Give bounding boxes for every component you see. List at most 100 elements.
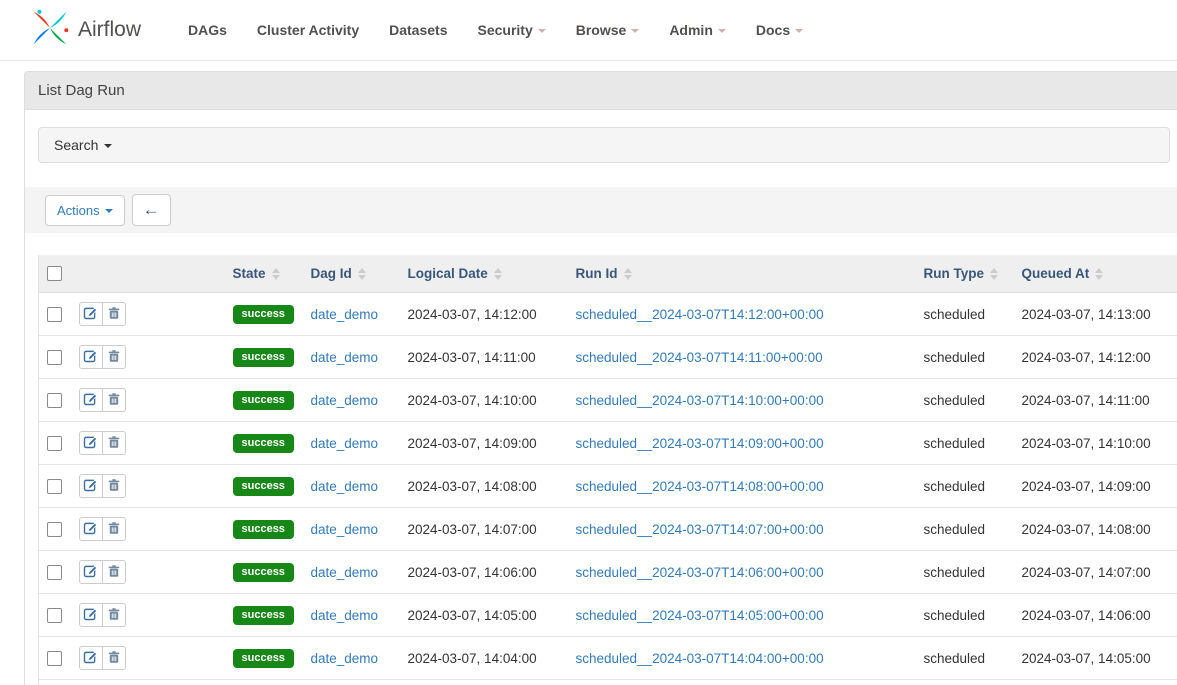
dag-id-link[interactable]: date_demo bbox=[311, 522, 379, 537]
column-sort-header[interactable]: Dag Id bbox=[311, 266, 366, 281]
nav-item[interactable]: Admin bbox=[654, 12, 741, 48]
dag-runs-table: State Dag Id Logical Date Run Id bbox=[38, 255, 1177, 685]
pencil-square-icon bbox=[83, 520, 98, 538]
nav-item[interactable]: Cluster Activity bbox=[242, 12, 374, 48]
edit-record-button[interactable] bbox=[79, 431, 103, 455]
row-checkbox[interactable] bbox=[47, 307, 62, 322]
run-id-link[interactable]: scheduled__2024-03-07T14:04:00+00:00 bbox=[576, 651, 824, 666]
run-id-link[interactable]: scheduled__2024-03-07T14:12:00+00:00 bbox=[576, 307, 824, 322]
logical-date-cell: 2024-03-07, 14:12:00 bbox=[402, 293, 570, 336]
table-row: success date_demo 2024-03-07, 14:09:00 s… bbox=[39, 422, 1177, 465]
dag-id-link[interactable]: date_demo bbox=[311, 651, 379, 666]
state-badge: success bbox=[233, 434, 294, 453]
pencil-square-icon bbox=[83, 477, 98, 495]
edit-record-button[interactable] bbox=[79, 474, 103, 498]
queued-at-cell: 2024-03-07, 14:09:00 bbox=[1016, 465, 1177, 508]
edit-record-button[interactable] bbox=[79, 302, 103, 326]
dag-id-link[interactable]: date_demo bbox=[311, 393, 379, 408]
run-id-link[interactable]: scheduled__2024-03-07T14:05:00+00:00 bbox=[576, 608, 824, 623]
back-button[interactable]: ← bbox=[132, 194, 171, 226]
nav-item[interactable]: Browse bbox=[561, 12, 655, 48]
sort-arrows-icon[interactable] bbox=[624, 268, 632, 280]
sort-arrows-icon[interactable] bbox=[272, 268, 280, 280]
nav-item[interactable]: Security bbox=[462, 12, 560, 48]
state-badge: success bbox=[233, 649, 294, 668]
sort-arrows-icon[interactable] bbox=[1095, 268, 1103, 280]
airflow-brand[interactable]: Airflow bbox=[28, 6, 141, 55]
delete-record-button[interactable] bbox=[102, 345, 126, 369]
queued-at-cell: 2024-03-07, 14:12:00 bbox=[1016, 336, 1177, 379]
delete-record-button[interactable] bbox=[102, 302, 126, 326]
search-label: Search bbox=[54, 137, 98, 153]
select-all-checkbox[interactable] bbox=[47, 266, 62, 281]
queued-at-cell: 2024-03-07, 14:08:00 bbox=[1016, 508, 1177, 551]
run-type-cell: scheduled bbox=[918, 594, 1016, 637]
row-checkbox[interactable] bbox=[47, 608, 62, 623]
edit-record-button[interactable] bbox=[79, 560, 103, 584]
search-filter-toggle[interactable]: Search bbox=[38, 127, 1170, 163]
dag-id-link[interactable]: date_demo bbox=[311, 436, 379, 451]
table-row: success date_demo 2024-03-07, 14:08:00 s… bbox=[39, 465, 1177, 508]
edit-record-button[interactable] bbox=[79, 646, 103, 670]
actions-column-header bbox=[72, 255, 227, 293]
arrow-left-icon: ← bbox=[143, 200, 160, 220]
brand-title: Airflow bbox=[78, 18, 141, 42]
column-sort-header[interactable]: State bbox=[233, 266, 280, 281]
delete-record-button[interactable] bbox=[102, 603, 126, 627]
sort-arrows-icon[interactable] bbox=[358, 268, 366, 280]
row-checkbox[interactable] bbox=[47, 479, 62, 494]
nav-item[interactable]: Docs bbox=[741, 12, 818, 48]
chevron-down-icon bbox=[105, 209, 113, 213]
logical-date-cell: 2024-03-07, 14:05:00 bbox=[402, 594, 570, 637]
panel-body: Search Actions ← bbox=[25, 127, 1177, 685]
run-type-cell: scheduled bbox=[918, 637, 1016, 680]
delete-record-button[interactable] bbox=[102, 388, 126, 412]
edit-record-button[interactable] bbox=[79, 388, 103, 412]
delete-record-button[interactable] bbox=[102, 646, 126, 670]
queued-at-cell: 2024-03-07, 14:04:00 bbox=[1016, 680, 1177, 685]
edit-record-button[interactable] bbox=[79, 517, 103, 541]
run-type-cell: scheduled bbox=[918, 293, 1016, 336]
nav-item[interactable]: Datasets bbox=[374, 12, 462, 48]
logical-date-cell: 2024-03-07, 14:08:00 bbox=[402, 465, 570, 508]
column-sort-header[interactable]: Run Type bbox=[924, 266, 999, 281]
run-id-link[interactable]: scheduled__2024-03-07T14:09:00+00:00 bbox=[576, 436, 824, 451]
dag-id-link[interactable]: date_demo bbox=[311, 350, 379, 365]
run-id-link[interactable]: scheduled__2024-03-07T14:08:00+00:00 bbox=[576, 479, 824, 494]
sort-arrows-icon[interactable] bbox=[494, 268, 502, 280]
delete-record-button[interactable] bbox=[102, 560, 126, 584]
top-navbar: Airflow DAGs Cluster Activity Datasets S… bbox=[0, 0, 1177, 61]
row-checkbox[interactable] bbox=[47, 651, 62, 666]
dag-id-link[interactable]: date_demo bbox=[311, 479, 379, 494]
edit-record-button[interactable] bbox=[79, 603, 103, 627]
dag-id-link[interactable]: date_demo bbox=[311, 565, 379, 580]
dag-id-link[interactable]: date_demo bbox=[311, 608, 379, 623]
sort-arrows-icon[interactable] bbox=[990, 268, 998, 280]
row-checkbox[interactable] bbox=[47, 522, 62, 537]
dag-id-link[interactable]: date_demo bbox=[311, 307, 379, 322]
delete-record-button[interactable] bbox=[102, 431, 126, 455]
table-header-row: State Dag Id Logical Date Run Id bbox=[39, 255, 1177, 293]
logical-date-cell: 2024-03-07, 14:06:00 bbox=[402, 551, 570, 594]
row-checkbox[interactable] bbox=[47, 350, 62, 365]
column-sort-header[interactable]: Queued At bbox=[1022, 266, 1104, 281]
edit-record-button[interactable] bbox=[79, 345, 103, 369]
actions-dropdown-button[interactable]: Actions bbox=[45, 195, 125, 226]
run-id-link[interactable]: scheduled__2024-03-07T14:11:00+00:00 bbox=[576, 350, 823, 365]
row-checkbox[interactable] bbox=[47, 393, 62, 408]
run-id-link[interactable]: scheduled__2024-03-07T14:10:00+00:00 bbox=[576, 393, 824, 408]
row-checkbox[interactable] bbox=[47, 565, 62, 580]
column-sort-header[interactable]: Run Id bbox=[576, 266, 632, 281]
row-checkbox[interactable] bbox=[47, 436, 62, 451]
run-type-cell: scheduled bbox=[918, 422, 1016, 465]
run-id-link[interactable]: scheduled__2024-03-07T14:07:00+00:00 bbox=[576, 522, 824, 537]
delete-record-button[interactable] bbox=[102, 517, 126, 541]
column-sort-header[interactable]: Logical Date bbox=[408, 266, 502, 281]
queued-at-cell: 2024-03-07, 14:07:00 bbox=[1016, 551, 1177, 594]
state-badge: success bbox=[233, 305, 294, 324]
delete-record-button[interactable] bbox=[102, 474, 126, 498]
nav-item[interactable]: DAGs bbox=[173, 12, 242, 48]
run-type-cell: scheduled bbox=[918, 551, 1016, 594]
run-id-link[interactable]: scheduled__2024-03-07T14:06:00+00:00 bbox=[576, 565, 824, 580]
pencil-square-icon bbox=[83, 649, 98, 667]
